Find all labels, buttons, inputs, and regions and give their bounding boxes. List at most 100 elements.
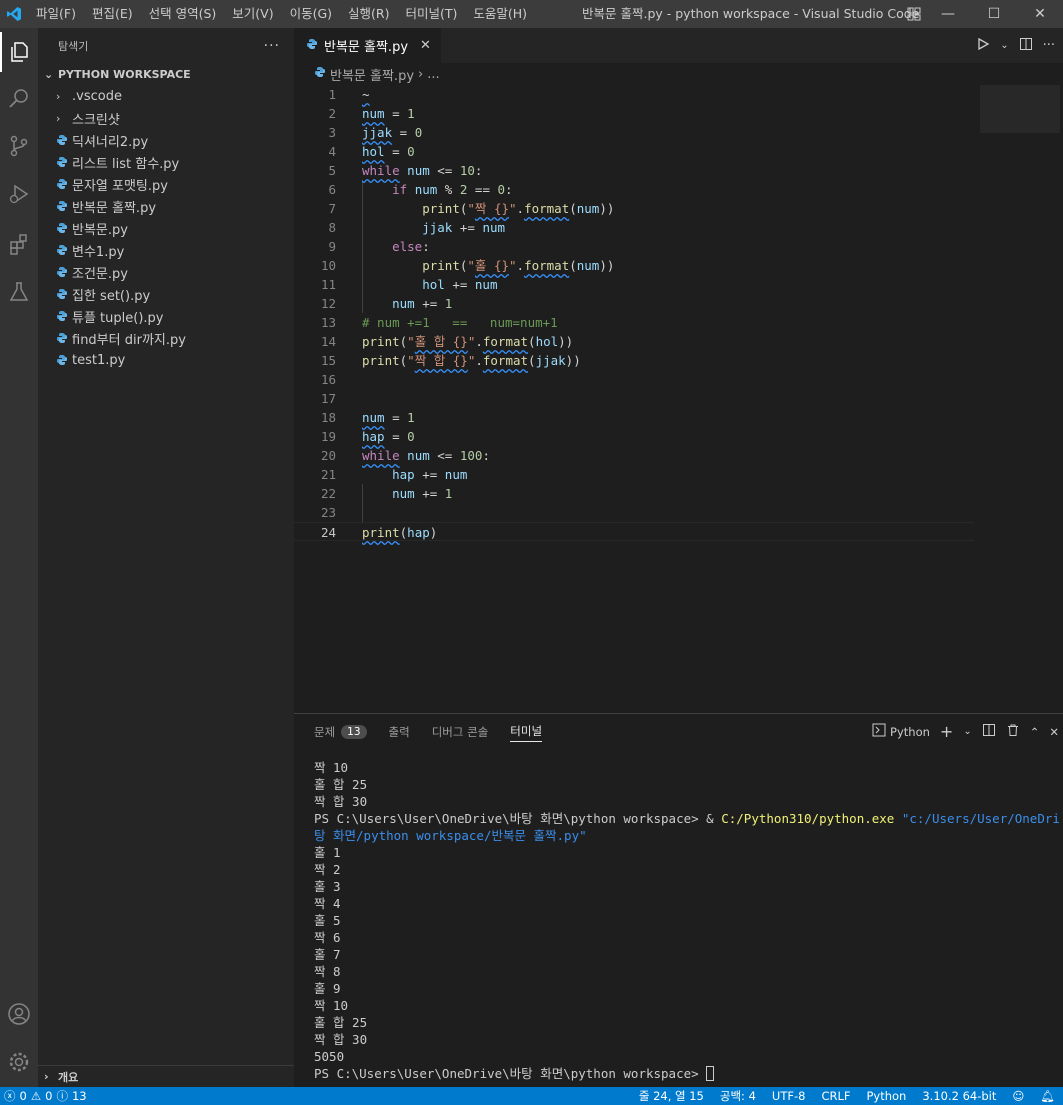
terminal-selector[interactable]: Python <box>872 723 930 740</box>
chevron-right-icon: › <box>44 1070 49 1083</box>
menu-go[interactable]: 이동(G) <box>282 0 340 28</box>
code-line[interactable]: 8 jjak += num <box>294 218 974 237</box>
indentation[interactable]: 공백: 4 <box>720 1088 756 1104</box>
run-file-icon[interactable] <box>976 37 990 55</box>
code-line[interactable]: 7 print("짝 {}".format(num)) <box>294 199 974 218</box>
breadcrumb-symbols[interactable]: ... <box>427 67 439 82</box>
maximize-button[interactable]: ☐ <box>971 0 1017 28</box>
chevron-down-icon[interactable]: ⌄ <box>963 726 971 737</box>
file-item[interactable]: 변수1.py <box>38 239 294 261</box>
extensions-icon[interactable] <box>0 224 38 264</box>
more-actions-icon[interactable]: ··· <box>264 38 280 54</box>
file-item[interactable]: 집한 set().py <box>38 283 294 305</box>
tab-active-file[interactable]: 반복문 홀짝.py ✕ <box>294 28 441 63</box>
split-terminal-icon[interactable] <box>982 723 996 740</box>
maximize-panel-icon[interactable]: ⌃ <box>1030 725 1040 739</box>
code-line[interactable]: 1 ~ <box>294 85 974 104</box>
trash-icon[interactable] <box>1006 723 1020 740</box>
notifications-bell-icon[interactable]: 🔔︎ <box>1040 1089 1055 1103</box>
code-line[interactable]: 23 <box>294 503 974 522</box>
run-debug-icon[interactable] <box>0 174 38 214</box>
code-line[interactable]: 22 num += 1 <box>294 484 974 503</box>
testing-flask-icon[interactable] <box>0 272 38 312</box>
menu-selection[interactable]: 선택 영역(S) <box>141 0 225 28</box>
file-item[interactable]: find부터 dir까지.py <box>38 327 294 349</box>
code-line[interactable]: 2 num = 1 <box>294 104 974 123</box>
account-icon[interactable] <box>0 994 38 1034</box>
code-line[interactable]: 12 num += 1 <box>294 294 974 313</box>
code-line[interactable]: 21 hap += num <box>294 465 974 484</box>
run-dropdown-icon[interactable]: ⌄ <box>1000 40 1008 51</box>
explorer-icon[interactable] <box>0 32 38 72</box>
code-line[interactable]: 19 hap = 0 <box>294 427 974 446</box>
source-control-icon[interactable] <box>0 126 38 166</box>
code-line[interactable]: 3 jjak = 0 <box>294 123 974 142</box>
code-line[interactable]: 6 if num % 2 == 0: <box>294 180 974 199</box>
terminal-text: 홀 9 <box>314 981 341 996</box>
menu-run[interactable]: 실행(R) <box>340 0 397 28</box>
code-line[interactable]: 9 else: <box>294 237 974 256</box>
terminal-line: 홀 3 <box>314 878 1059 895</box>
minimize-button[interactable]: — <box>925 0 971 28</box>
menu-help[interactable]: 도움말(H) <box>465 0 535 28</box>
code-text: else: <box>392 239 430 254</box>
customize-layout-icon[interactable] <box>906 6 922 26</box>
code-line[interactable]: 10 print("홀 {}".format(num)) <box>294 256 974 275</box>
encoding[interactable]: UTF-8 <box>772 1089 806 1103</box>
file-item[interactable]: 리스트 list 함수.py <box>38 151 294 173</box>
code-line[interactable]: 14 print("홀 합 {}".format(hol)) <box>294 332 974 351</box>
feedback-icon[interactable]: ☺ <box>1012 1089 1024 1103</box>
code-line[interactable]: 13 # num +=1 == num=num+1 <box>294 313 974 332</box>
file-item[interactable]: 딕셔너리2.py <box>38 129 294 151</box>
code-line[interactable]: 17 <box>294 389 974 408</box>
workspace-section-header[interactable]: ⌄ PYTHON WORKSPACE <box>38 63 294 85</box>
outline-section-header[interactable]: › 개요 <box>38 1065 294 1087</box>
close-tab-icon[interactable]: ✕ <box>420 38 431 53</box>
tab-output[interactable]: 출력 <box>389 714 410 749</box>
tree-folder-vscode[interactable]: › .vscode <box>38 85 294 107</box>
more-actions-icon[interactable]: ··· <box>1043 38 1055 53</box>
language-mode[interactable]: Python <box>866 1089 906 1103</box>
file-item[interactable]: 반복문.py <box>38 217 294 239</box>
code-line[interactable]: 11 hol += num <box>294 275 974 294</box>
end-of-line[interactable]: CRLF <box>821 1089 850 1103</box>
code-line[interactable]: 20 while num <= 100: <box>294 446 974 465</box>
python-interpreter[interactable]: 3.10.2 64-bit <box>922 1089 996 1103</box>
new-terminal-icon[interactable]: + <box>940 722 953 741</box>
tab-debug-console[interactable]: 디버그 콘솔 <box>432 714 489 749</box>
code-line[interactable]: 16 <box>294 370 974 389</box>
tree-folder-screenshot[interactable]: › 스크린샷 <box>38 107 294 129</box>
split-editor-icon[interactable] <box>1019 37 1033 55</box>
menu-file[interactable]: 파일(F) <box>28 0 84 28</box>
breadcrumb-file[interactable]: 반복문 홀짝.py <box>330 65 414 84</box>
code-text: print("짝 합 {}".format(jjak)) <box>362 353 581 368</box>
search-icon[interactable] <box>0 79 38 119</box>
cursor-position[interactable]: 줄 24, 열 15 <box>639 1088 704 1104</box>
close-panel-icon[interactable]: ✕ <box>1049 725 1059 739</box>
code-line[interactable]: 5 while num <= 10: <box>294 161 974 180</box>
code-line[interactable]: 18 num = 1 <box>294 408 974 427</box>
code-text: print("홀 합 {}".format(hol)) <box>362 334 574 349</box>
code-line[interactable]: 24 print(hap) <box>294 522 974 541</box>
file-item[interactable]: test1.py <box>38 349 294 371</box>
tab-terminal[interactable]: 터미널 <box>510 722 543 742</box>
menu-edit[interactable]: 편집(E) <box>84 0 141 28</box>
file-item[interactable]: 반복문 홀짝.py <box>38 195 294 217</box>
terminal-script-arg: "c:/Users/User/OneDrive/바 <box>901 811 1059 826</box>
code-editor[interactable]: 1 ~2 num = 1 3 jjak = 0 4 hol = 0 5 while num <=… <box>294 85 974 541</box>
code-line[interactable]: 15 print("짝 합 {}".format(jjak)) <box>294 351 974 370</box>
terminal-output[interactable]: 짝 10 홀 합 25 짝 합 30 PS C:\Users\User\OneDriv… <box>314 759 1059 1082</box>
minimap[interactable] <box>980 85 1060 133</box>
menu-terminal[interactable]: 터미널(T) <box>398 0 466 28</box>
code-line[interactable]: 4 hol = 0 <box>294 142 974 161</box>
settings-gear-icon[interactable] <box>0 1042 38 1082</box>
file-item[interactable]: 문자열 포맷팅.py <box>38 173 294 195</box>
close-window-button[interactable]: ✕ <box>1017 0 1063 28</box>
tab-problems[interactable]: 문제 13 <box>314 714 367 749</box>
file-item[interactable]: 조건문.py <box>38 261 294 283</box>
terminal-line: PS C:\Users\User\OneDrive\바탕 화면\python w… <box>314 810 1059 827</box>
problems-status[interactable]: ⓧ 0 ⚠ 0 ⓘ 13 <box>0 1088 87 1104</box>
file-item[interactable]: 튜플 tuple().py <box>38 305 294 327</box>
file-label: 리스트 list 함수.py <box>72 156 180 172</box>
menu-view[interactable]: 보기(V) <box>224 0 281 28</box>
